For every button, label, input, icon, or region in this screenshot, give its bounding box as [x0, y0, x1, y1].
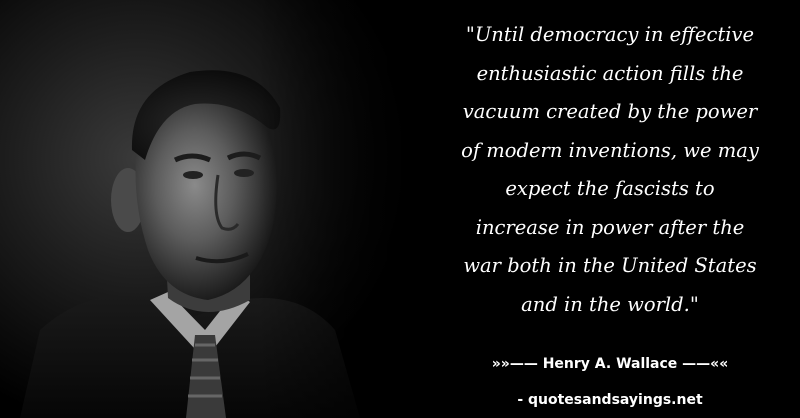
quote-line: increase in power after the	[475, 215, 745, 239]
quote-line: vacuum created by the power	[462, 100, 758, 123]
quote-line: expect the fascists to	[505, 177, 715, 200]
quote-line: enthusiastic action fills the	[476, 61, 744, 85]
quote-line: "Until democracy in effective	[465, 23, 755, 46]
portrait-photo	[0, 0, 430, 418]
source-website: - quotesandsayings.net	[517, 392, 703, 408]
quote-line: of modern inventions, we may	[461, 138, 759, 162]
quote-line: and in the world."	[521, 292, 699, 316]
quote-text: "Until democracy in effective enthusiast…	[425, 16, 795, 324]
quote-line: war both in the United States	[463, 254, 757, 277]
quote-card: "Until democracy in effective enthusiast…	[0, 0, 800, 418]
author-attribution: »»—— Henry A. Wallace ——««	[491, 356, 729, 372]
